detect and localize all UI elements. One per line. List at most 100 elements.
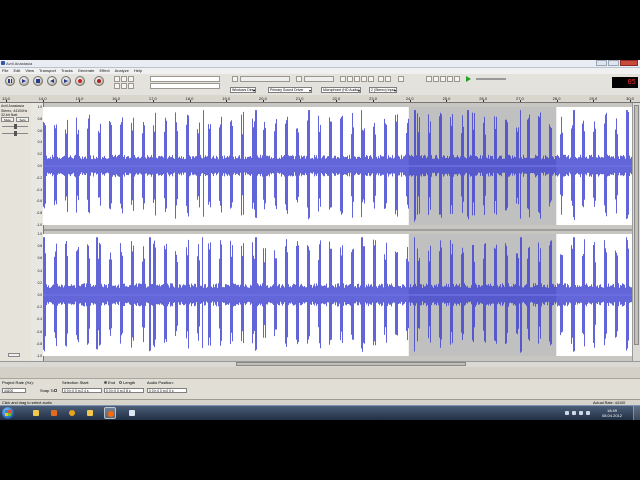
audio-position-field[interactable]: 0 0 h 0 0 m 0 0 s [147, 388, 187, 393]
vertical-scrollbar[interactable] [632, 103, 640, 361]
speaker-icon [232, 76, 238, 82]
multi-tool-icon[interactable] [128, 83, 134, 89]
silence-icon[interactable] [368, 76, 374, 82]
input-device-select[interactable]: Microphone (HD Audio) [321, 87, 361, 93]
paste-icon[interactable] [354, 76, 360, 82]
clock-date: 08.04.2012 [601, 413, 622, 418]
gain-slider[interactable] [2, 124, 28, 129]
stop-button[interactable] [33, 76, 43, 86]
amplitude-label: 0.2 [37, 152, 42, 157]
play-speed-slider[interactable] [476, 78, 506, 80]
window-buttons [596, 60, 638, 67]
input-channels-select[interactable]: 2 (Stereo) Input [369, 87, 397, 93]
skip-start-button[interactable] [47, 76, 57, 86]
maximize-button[interactable] [608, 60, 619, 66]
audio-host-select[interactable]: Windows DirectSound [230, 87, 256, 93]
pan-slider[interactable] [2, 131, 28, 136]
playback-meter[interactable] [150, 76, 220, 82]
show-desktop-button[interactable] [633, 406, 640, 420]
redo-icon[interactable] [385, 76, 391, 82]
record-button[interactable] [75, 76, 85, 86]
amplitude-label: 1.0 [37, 105, 42, 109]
output-volume-slider[interactable] [240, 76, 290, 82]
track-name-button[interactable]: Avril Anastasia [1, 104, 24, 108]
length-radio[interactable] [119, 381, 122, 384]
record-pause-button[interactable] [94, 76, 104, 86]
mute-button[interactable]: Mute [1, 117, 14, 122]
tray-flag-icon[interactable] [565, 411, 569, 415]
ruler-tick-mark [519, 100, 521, 102]
track-area: Avril Anastasia Stereo, 44100Hz 32-bit f… [0, 103, 640, 361]
toolbar: Windows DirectSound Primary Sound Driver… [0, 74, 640, 96]
ruler-tick-mark [152, 100, 154, 102]
amplitude-label: 0.0 [37, 164, 42, 168]
cut-icon[interactable] [340, 76, 346, 82]
solo-button[interactable]: Solo [16, 117, 29, 122]
end-radio[interactable] [104, 381, 107, 384]
output-device-select[interactable]: Primary Sound Driver [268, 87, 312, 93]
tray-power-icon[interactable] [586, 411, 590, 415]
horizontal-scrollbar[interactable] [0, 361, 640, 367]
ruler-tick-mark [262, 100, 264, 102]
ruler-tick-mark [79, 100, 81, 102]
amplitude-label: 0.8 [37, 116, 42, 121]
horizontal-scroll-thumb[interactable] [236, 362, 466, 366]
pause-button[interactable] [5, 76, 15, 86]
trim-icon[interactable] [361, 76, 367, 82]
ruler-tick-mark [409, 100, 411, 102]
minimize-button[interactable] [596, 60, 607, 66]
undo-icon[interactable] [378, 76, 384, 82]
vertical-scroll-thumb[interactable] [634, 105, 639, 345]
ruler-tick-mark [6, 100, 7, 102]
end-label: End [108, 380, 116, 385]
start-button[interactable] [2, 407, 14, 419]
sync-lock-icon[interactable] [398, 76, 404, 82]
recording-clock: 05 [612, 77, 638, 88]
folder-taskbar-icon[interactable] [84, 407, 96, 419]
system-clock[interactable]: 18:49 08.04.2012 [602, 408, 622, 418]
close-button[interactable] [620, 60, 638, 66]
fit-selection-icon[interactable] [440, 76, 446, 82]
amplitude-label: -0.6 [36, 329, 43, 334]
amplitude-label: 1.0 [37, 232, 42, 236]
collapse-track-button[interactable] [8, 353, 20, 357]
amplitude-label: 0.6 [37, 128, 42, 133]
play-button[interactable] [19, 76, 29, 86]
ruler-tick-mark [299, 100, 301, 102]
explorer-taskbar-icon[interactable] [30, 407, 42, 419]
zoom-out-icon[interactable] [433, 76, 439, 82]
waveform-display[interactable] [43, 103, 633, 361]
timeshift-tool-icon[interactable] [121, 83, 127, 89]
selection-start-field[interactable]: 0 0 h 0 0 m 2 4 s [62, 388, 102, 393]
snap-to-checkbox[interactable] [54, 389, 57, 392]
media-taskbar-icon[interactable] [48, 407, 60, 419]
tray-volume-icon[interactable] [579, 411, 583, 415]
play-at-speed-icon[interactable] [466, 76, 471, 82]
ruler-tick-mark [116, 100, 118, 102]
amplitude-label: -0.8 [36, 211, 43, 216]
ruler-tick-mark [593, 100, 595, 102]
selection-tool-icon[interactable] [114, 76, 120, 82]
zoom-in-icon[interactable] [426, 76, 432, 82]
amplitude-label: -0.4 [36, 187, 43, 192]
ruler-tick-mark [446, 100, 448, 102]
envelope-tool-icon[interactable] [121, 76, 127, 82]
skip-end-button[interactable] [61, 76, 71, 86]
ruler-tick-mark [483, 100, 485, 102]
selection-end-field[interactable]: 0 0 h 0 0 m 2 8 s [104, 388, 144, 393]
timeline-ruler[interactable]: 13,0 14,0 15,0 16,0 17,0 18,0 19,0 20,0 21,0 22,0… [0, 95, 640, 103]
tray-network-icon[interactable] [572, 411, 576, 415]
document-taskbar-icon[interactable] [126, 407, 138, 419]
record-meter[interactable] [150, 83, 220, 89]
zoom-toggle-icon[interactable] [454, 76, 460, 82]
project-rate-select[interactable]: 44100 [2, 388, 26, 393]
zoom-tool-icon[interactable] [114, 83, 120, 89]
audacity-taskbar-icon[interactable] [104, 407, 116, 419]
chrome-taskbar-icon[interactable] [66, 407, 78, 419]
input-volume-slider[interactable] [304, 76, 334, 82]
copy-icon[interactable] [347, 76, 353, 82]
fit-project-icon[interactable] [447, 76, 453, 82]
draw-tool-icon[interactable] [128, 76, 134, 82]
window-titlebar: Avril Anastasia [0, 60, 640, 68]
project-rate-label: Project Rate (Hz): [2, 380, 34, 385]
